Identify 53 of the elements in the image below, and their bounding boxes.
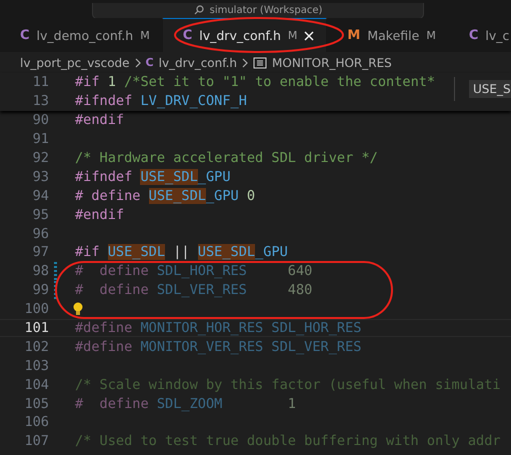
code-line: /* Scale window by this factor (useful when simulati xyxy=(75,376,501,393)
code-line: #define MONITOR_VER_RES SDL_VER_RES xyxy=(75,338,362,355)
line-number: 102 xyxy=(23,338,49,355)
line-number: 96 xyxy=(32,226,49,242)
code-line: #if USE_SDL || USE_SDL_GPU xyxy=(75,244,288,260)
code-line: #define MONITOR_HOR_RES SDL_HOR_RES xyxy=(75,320,362,336)
code-line: #ifndef USE_SDL_GPU xyxy=(75,168,231,185)
file-icon: M xyxy=(347,28,360,42)
line-number: 106 xyxy=(23,414,49,430)
breadcrumb-item[interactable]: lv_port_pc_vscode xyxy=(20,56,130,70)
line-number: 107 xyxy=(23,433,49,450)
line-number: 95 xyxy=(32,206,49,223)
code-line: # define USE_SDL_GPU 0 xyxy=(75,188,256,204)
line-number: 105 xyxy=(23,396,49,412)
command-center[interactable]: simulator (Workspace) xyxy=(92,2,424,18)
file-icon: C xyxy=(468,28,478,42)
code-line: # define SDL_VER_RES 480 xyxy=(75,282,312,298)
lightbulb-icon[interactable] xyxy=(73,302,83,316)
breadcrumb-item[interactable]: MONITOR_HOR_RES xyxy=(272,56,392,70)
code-line: #if 1 /*Set it to "1" to enable the content* xyxy=(75,74,436,90)
line-number: 101 xyxy=(23,320,49,336)
line-number: 98 xyxy=(32,263,49,280)
line-number: 94 xyxy=(32,188,49,204)
breadcrumb-item[interactable]: lv_drv_conf.h xyxy=(158,56,238,70)
line-number: 13 xyxy=(32,93,49,110)
line-number: 99 xyxy=(32,282,49,298)
file-icon: C xyxy=(182,28,192,43)
line-number: 92 xyxy=(32,150,49,166)
code-line: # define SDL_ZOOM 1 xyxy=(75,396,296,412)
sticky-scroll-widget[interactable]: USE_S xyxy=(454,77,511,101)
chevron-right-icon xyxy=(242,58,248,68)
line-number: 91 xyxy=(32,131,49,148)
chevron-right-icon xyxy=(134,58,141,68)
code-line: /* Hardware accelerated SDL driver */ xyxy=(75,150,378,166)
line-number: 90 xyxy=(32,112,49,128)
code-line: # define SDL_HOR_RES 640 xyxy=(75,263,312,280)
code-line: #endif xyxy=(75,206,124,223)
symbol-icon xyxy=(253,56,268,68)
close-icon[interactable] xyxy=(304,30,314,40)
code-line: /* Used to test true double buffering with only addr xyxy=(75,433,501,450)
file-icon: C xyxy=(146,56,154,69)
code-line: #ifndef LV_DRV_CONF_H xyxy=(75,93,247,110)
symbol-label: USE_S xyxy=(469,80,511,98)
line-number: 103 xyxy=(23,358,49,374)
line-number: 97 xyxy=(32,244,49,260)
file-icon: C xyxy=(20,28,30,42)
line-number: 93 xyxy=(32,168,49,185)
line-number: 104 xyxy=(23,376,49,393)
line-number: 11 xyxy=(32,74,49,90)
code-line: #endif xyxy=(75,112,124,128)
search-icon xyxy=(194,5,204,15)
line-number: 100 xyxy=(23,301,49,318)
editor-tab[interactable]: C lv_drv_conf.h M xyxy=(162,18,326,52)
